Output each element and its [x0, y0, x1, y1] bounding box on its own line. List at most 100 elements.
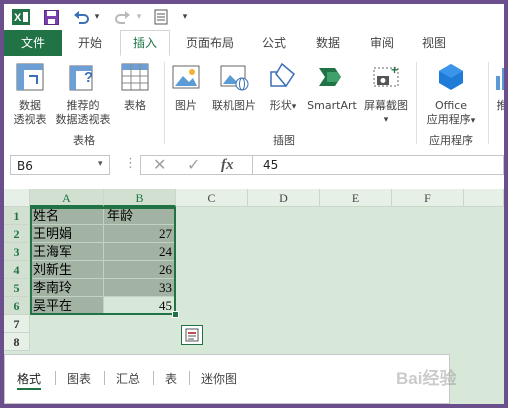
- recommended-pivot-label-1: 推荐的: [66, 99, 100, 112]
- column-header[interactable]: A: [30, 189, 104, 207]
- qa-tab-formatting[interactable]: 格式: [17, 370, 42, 390]
- shapes-label: 形状▾: [264, 99, 302, 114]
- fill-handle[interactable]: [172, 311, 179, 318]
- cell-a1[interactable]: 姓名: [30, 207, 104, 225]
- recommended-pivot-button[interactable]: ? 推荐的 数据透视表: [52, 62, 114, 127]
- quick-access-toolbar: X ▾ ▾ ▾: [4, 4, 504, 30]
- row-header[interactable]: 7: [4, 315, 30, 333]
- cell-a3[interactable]: 王海军: [30, 243, 104, 261]
- formula-input[interactable]: 45: [252, 155, 504, 175]
- tab-data[interactable]: 数据: [308, 30, 348, 56]
- row-header[interactable]: 2: [4, 225, 30, 243]
- smartart-button[interactable]: SmartArt: [304, 62, 360, 113]
- picture-label: 图片: [175, 99, 197, 112]
- tab-insert[interactable]: 插入: [120, 30, 170, 56]
- tab-file[interactable]: 文件: [4, 30, 62, 56]
- svg-text:X: X: [14, 12, 22, 24]
- screenshot-icon: +: [373, 63, 399, 87]
- save-icon[interactable]: [42, 8, 60, 26]
- enter-icon[interactable]: ✓: [187, 156, 200, 174]
- ribbon-separator: [416, 62, 417, 144]
- recommended-pivot-label-2: 数据透视表: [55, 113, 111, 126]
- tab-home[interactable]: 开始: [70, 30, 110, 56]
- cell-b3[interactable]: 24: [104, 243, 176, 261]
- cell-a2[interactable]: 王明娟: [30, 225, 104, 243]
- row-header[interactable]: 6: [4, 297, 30, 315]
- office-apps-text: 应用程序: [426, 113, 471, 126]
- office-apps-label-1: Office: [434, 99, 468, 112]
- tab-page-layout[interactable]: 页面布局: [180, 30, 240, 56]
- row-header[interactable]: 4: [4, 261, 30, 279]
- undo-icon[interactable]: [72, 8, 90, 26]
- row-header[interactable]: 1: [4, 207, 30, 225]
- more-options-icon[interactable]: ⋮: [124, 157, 137, 171]
- cell-b2[interactable]: 27: [104, 225, 176, 243]
- cancel-icon[interactable]: ✕: [153, 156, 166, 174]
- qa-separator: [189, 371, 190, 385]
- excel-window: X ▾ ▾ ▾ 文件 开始 插入 页面布局 公式 数据 审阅 视图 数据 透视表…: [4, 4, 504, 404]
- shapes-button[interactable]: 形状▾: [264, 62, 302, 114]
- watermark: Bai经验: [396, 369, 457, 388]
- customize-qat-icon[interactable]: ▾: [180, 8, 190, 26]
- ribbon-separator: [164, 62, 165, 144]
- qa-tab-sparklines[interactable]: 迷你图: [201, 370, 237, 387]
- tab-formulas[interactable]: 公式: [254, 30, 294, 56]
- name-box-dropdown-icon[interactable]: ▾: [98, 159, 103, 169]
- cell-a5[interactable]: 李南玲: [30, 279, 104, 297]
- cell-b5[interactable]: 33: [104, 279, 176, 297]
- redo-icon[interactable]: [114, 8, 132, 26]
- office-apps-button[interactable]: Office 应用程序▾: [420, 62, 482, 128]
- group-label-tables: 表格: [73, 134, 95, 147]
- online-picture-button[interactable]: 联机图片: [206, 62, 262, 113]
- cell-b4[interactable]: 26: [104, 261, 176, 279]
- cell-a4[interactable]: 刘新生: [30, 261, 104, 279]
- group-label-illustrations: 插图: [273, 134, 295, 147]
- tab-view[interactable]: 视图: [414, 30, 454, 56]
- row-header[interactable]: 8: [4, 333, 30, 351]
- picture-icon: [172, 65, 200, 89]
- cell-a6[interactable]: 吴平在: [30, 297, 104, 315]
- office-apps-label-2: 应用程序▾: [420, 113, 482, 128]
- screenshot-button[interactable]: + 屏幕截图 ▾: [360, 62, 412, 127]
- column-header[interactable]: E: [320, 189, 392, 207]
- column-header[interactable]: D: [248, 189, 320, 207]
- pivot-table-label-2: 透视表: [13, 113, 47, 126]
- shapes-dropdown-icon: ▾: [291, 102, 297, 112]
- cell-b1[interactable]: 年龄: [104, 207, 176, 225]
- column-header[interactable]: C: [176, 189, 248, 207]
- qa-tab-tables[interactable]: 表: [165, 370, 177, 387]
- recommended-chart-button[interactable]: 推: [492, 62, 504, 113]
- online-picture-label: 联机图片: [212, 99, 256, 112]
- group-label-apps: 应用程序: [429, 134, 473, 147]
- select-all-corner[interactable]: [4, 189, 30, 207]
- column-header[interactable]: B: [104, 189, 176, 207]
- undo-dropdown-icon[interactable]: ▾: [92, 8, 102, 26]
- table-icon: [121, 63, 149, 91]
- picture-button[interactable]: 图片: [168, 62, 204, 113]
- ribbon-separator: [488, 62, 489, 144]
- table-button[interactable]: 表格: [116, 62, 154, 113]
- name-box[interactable]: B6: [10, 155, 110, 175]
- insert-function-icon[interactable]: fx: [221, 156, 234, 174]
- cell-b6-active[interactable]: 45: [104, 297, 176, 315]
- formula-buttons: ✕ ✓ fx: [140, 155, 252, 175]
- row-header[interactable]: 5: [4, 279, 30, 297]
- column-header[interactable]: F: [392, 189, 464, 207]
- screenshot-label: 屏幕截图: [364, 99, 408, 112]
- quick-analysis-button[interactable]: [181, 325, 203, 345]
- column-header[interactable]: [464, 189, 504, 207]
- screenshot-dropdown-icon: ▾: [383, 115, 389, 125]
- qa-separator: [55, 371, 56, 385]
- qa-tab-totals[interactable]: 汇总: [116, 370, 140, 387]
- row-header[interactable]: 3: [4, 243, 30, 261]
- shapes-icon: [270, 62, 295, 88]
- redo-dropdown-icon[interactable]: ▾: [134, 8, 144, 26]
- tab-review[interactable]: 审阅: [362, 30, 402, 56]
- table-label: 表格: [124, 99, 146, 112]
- print-preview-icon[interactable]: [152, 8, 170, 26]
- smartart-label: SmartArt: [307, 99, 357, 112]
- qa-tab-charts[interactable]: 图表: [67, 370, 91, 387]
- qa-separator: [104, 371, 105, 385]
- ribbon-tabs: 文件 开始 插入 页面布局 公式 数据 审阅 视图: [4, 30, 504, 57]
- pivot-table-button[interactable]: 数据 透视表: [8, 62, 52, 127]
